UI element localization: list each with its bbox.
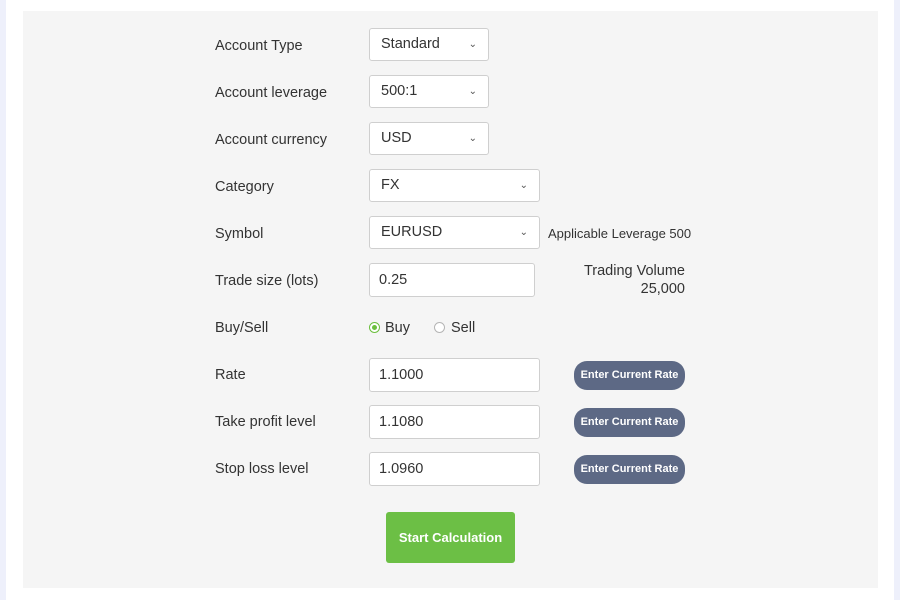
chevron-down-icon: ⌄ — [519, 180, 528, 191]
trading-volume-label: Trading Volume — [583, 263, 685, 279]
stop-loss-label: Stop loss level — [215, 461, 309, 477]
account-currency-select[interactable]: USD ⌄ — [369, 122, 489, 155]
chevron-down-icon: ⌄ — [468, 133, 477, 144]
stop-loss-input[interactable]: 1.0960 — [369, 452, 540, 486]
take-profit-enter-current-button[interactable]: Enter Current Rate — [574, 408, 685, 437]
trade-size-value: 0.25 — [379, 272, 408, 288]
rate-input[interactable]: 1.1000 — [369, 358, 540, 392]
take-profit-label: Take profit level — [215, 414, 316, 430]
rate-value: 1.1000 — [379, 367, 424, 383]
buy-radio[interactable] — [369, 322, 380, 333]
symbol-select[interactable]: EURUSD ⌄ — [369, 216, 540, 249]
buy-sell-label: Buy/Sell — [215, 320, 269, 336]
trading-volume-value: 25,000 — [640, 281, 685, 297]
category-value: FX — [381, 177, 400, 193]
take-profit-input[interactable]: 1.1080 — [369, 405, 540, 439]
chevron-down-icon: ⌄ — [468, 86, 477, 97]
category-label: Category — [215, 179, 274, 195]
chevron-down-icon: ⌄ — [468, 39, 477, 50]
take-profit-value: 1.1080 — [379, 414, 424, 430]
rate-enter-current-button[interactable]: Enter Current Rate — [574, 361, 685, 390]
stop-loss-enter-current-button[interactable]: Enter Current Rate — [574, 455, 685, 484]
symbol-label: Symbol — [215, 226, 264, 242]
account-type-select[interactable]: Standard ⌄ — [369, 28, 489, 61]
page-edge-left — [0, 0, 6, 600]
symbol-value: EURUSD — [381, 224, 443, 240]
account-leverage-label: Account leverage — [215, 85, 328, 101]
account-leverage-select[interactable]: 500:1 ⌄ — [369, 75, 489, 108]
sell-radio[interactable] — [434, 322, 445, 333]
stop-loss-value: 1.0960 — [379, 461, 424, 477]
account-currency-value: USD — [381, 130, 412, 146]
account-leverage-value: 500:1 — [381, 83, 418, 99]
chevron-down-icon: ⌄ — [519, 227, 528, 238]
buy-radio-label[interactable]: Buy — [385, 318, 410, 338]
applicable-leverage-text: Applicable Leverage 500 — [548, 226, 692, 241]
rate-label: Rate — [215, 367, 246, 383]
page-edge-right — [894, 0, 900, 600]
account-currency-label: Account currency — [215, 132, 328, 148]
account-type-value: Standard — [381, 36, 440, 52]
sell-radio-label[interactable]: Sell — [451, 318, 475, 338]
account-type-label: Account Type — [215, 38, 303, 54]
trade-size-label: Trade size (lots) — [215, 273, 319, 289]
trade-size-input[interactable]: 0.25 — [369, 263, 535, 297]
category-select[interactable]: FX ⌄ — [369, 169, 540, 202]
start-calculation-button[interactable]: Start Calculation — [386, 512, 515, 563]
